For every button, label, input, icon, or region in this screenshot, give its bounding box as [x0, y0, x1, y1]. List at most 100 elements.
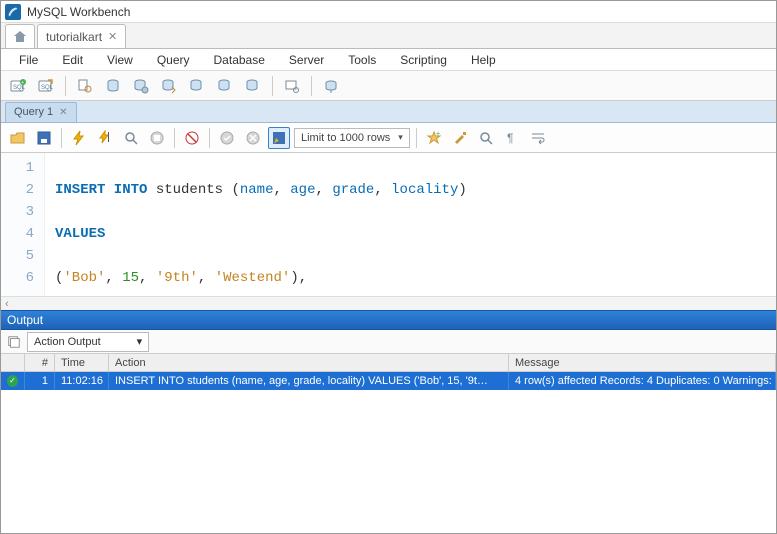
db-arrow-icon [161, 78, 177, 94]
open-file-button[interactable] [7, 127, 29, 149]
schema-button-1[interactable] [102, 75, 124, 97]
execute-current-button[interactable] [94, 127, 116, 149]
schema-button-4[interactable] [186, 75, 208, 97]
output-grid-empty [1, 390, 776, 533]
toolbar-separator [174, 128, 175, 148]
svg-text:¶: ¶ [507, 131, 513, 145]
row-num: 1 [25, 372, 55, 390]
schema-button-5[interactable] [214, 75, 236, 97]
column: age [290, 182, 315, 198]
table-search-icon [284, 78, 300, 94]
col-message[interactable]: Message [509, 354, 776, 371]
menu-file[interactable]: File [9, 51, 48, 69]
svg-text:SQL: SQL [41, 85, 54, 91]
toolbar-separator [311, 76, 312, 96]
schema-button-2[interactable] [130, 75, 152, 97]
db-x-icon [217, 78, 233, 94]
schema-button-3[interactable] [158, 75, 180, 97]
inspector-button[interactable] [74, 75, 96, 97]
output-type-select[interactable]: Action Output ▾ [27, 332, 149, 352]
explain-button[interactable] [120, 127, 142, 149]
line-number: 2 [5, 179, 34, 201]
menu-database[interactable]: Database [204, 51, 275, 69]
toolbar-separator [61, 128, 62, 148]
brush-button[interactable] [449, 127, 471, 149]
pilcrow-icon: ¶ [504, 130, 520, 146]
schema-button-6[interactable] [242, 75, 264, 97]
keyword: INSERT INTO [55, 182, 156, 198]
commit-icon [219, 130, 235, 146]
editor-toolbar: Limit to 1000 rows ▾ + ¶ [1, 123, 776, 153]
menu-help[interactable]: Help [461, 51, 506, 69]
find-button[interactable] [475, 127, 497, 149]
brush-icon [452, 130, 468, 146]
row-limit-label: Limit to 1000 rows [301, 132, 390, 144]
punct: ( [231, 182, 239, 198]
toolbar-separator [65, 76, 66, 96]
status-cell [1, 372, 25, 390]
stop-button[interactable] [146, 127, 168, 149]
connection-tab-label: tutorialkart [46, 30, 102, 44]
new-sql-tab-button[interactable]: SQL+ [7, 75, 29, 97]
svg-text:+: + [436, 131, 440, 138]
punct: , [139, 270, 156, 286]
no-limit-button[interactable] [181, 127, 203, 149]
keyword: VALUES [55, 226, 105, 242]
output-panel-title: Output [7, 313, 43, 327]
window-title: MySQL Workbench [27, 5, 130, 19]
col-status[interactable] [1, 354, 25, 371]
sql-open-icon: SQL [38, 78, 54, 94]
column: grade [332, 182, 374, 198]
punct: ), [290, 270, 307, 286]
chevron-down-icon: ▾ [137, 335, 143, 348]
line-number: 6 [5, 267, 34, 289]
invisible-button[interactable]: ¶ [501, 127, 523, 149]
open-sql-script-button[interactable]: SQL [35, 75, 57, 97]
commit-button[interactable] [216, 127, 238, 149]
beautify-button[interactable]: + [423, 127, 445, 149]
home-tab[interactable] [5, 24, 35, 48]
query-tab[interactable]: Query 1 ✕ [5, 102, 77, 122]
h-scroll-indicator[interactable]: ‹ [1, 296, 776, 310]
menu-tools[interactable]: Tools [338, 51, 386, 69]
autocommit-button[interactable] [268, 127, 290, 149]
close-icon[interactable]: ✕ [59, 107, 67, 118]
close-icon[interactable]: ✕ [108, 30, 117, 43]
number: 15 [122, 270, 139, 286]
menu-view[interactable]: View [97, 51, 143, 69]
query-tab-label: Query 1 [14, 106, 53, 118]
output-panel-header: Output [1, 310, 776, 330]
output-selector-bar: Action Output ▾ [1, 330, 776, 354]
menu-scripting[interactable]: Scripting [390, 51, 457, 69]
col-time[interactable]: Time [55, 354, 109, 371]
row-time: 11:02:16 [55, 372, 109, 390]
chevron-down-icon: ▾ [398, 132, 403, 143]
db-connect-button[interactable] [320, 75, 342, 97]
wrap-button[interactable] [527, 127, 549, 149]
lightning-icon [71, 130, 87, 146]
output-grid-row[interactable]: 1 11:02:16 INSERT INTO students (name, a… [1, 372, 776, 390]
toolbar-separator [209, 128, 210, 148]
scroll-handle-icon: ‹ [5, 298, 9, 310]
execute-button[interactable] [68, 127, 90, 149]
search-table-button[interactable] [281, 75, 303, 97]
connection-tab-row: tutorialkart ✕ [1, 23, 776, 49]
rollback-button[interactable] [242, 127, 264, 149]
sql-editor[interactable]: 1 2 3 4 5 6 INSERT INTO students (name, … [1, 153, 776, 296]
star-icon: + [426, 130, 442, 146]
line-number: 1 [5, 157, 34, 179]
row-limit-select[interactable]: Limit to 1000 rows ▾ [294, 128, 410, 148]
save-icon [36, 130, 52, 146]
wrap-icon [530, 130, 546, 146]
menu-server[interactable]: Server [279, 51, 334, 69]
col-action[interactable]: Action [109, 354, 509, 371]
code-area[interactable]: INSERT INTO students (name, age, grade, … [45, 153, 477, 296]
string: '9th' [156, 270, 198, 286]
output-stack-icon[interactable] [7, 335, 21, 349]
col-num[interactable]: # [25, 354, 55, 371]
connection-tab[interactable]: tutorialkart ✕ [37, 24, 126, 48]
menu-edit[interactable]: Edit [52, 51, 93, 69]
save-button[interactable] [33, 127, 55, 149]
menu-bar: File Edit View Query Database Server Too… [1, 49, 776, 71]
menu-query[interactable]: Query [147, 51, 200, 69]
